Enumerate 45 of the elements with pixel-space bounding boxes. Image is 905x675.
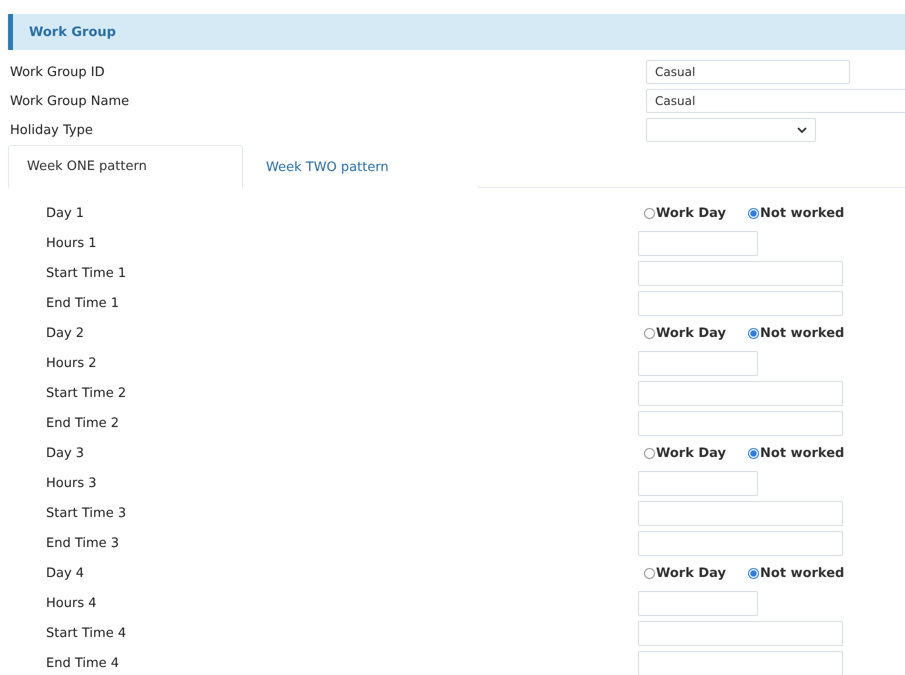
radio-option[interactable]: Not worked [748,326,844,340]
dropdown-field[interactable] [646,118,816,142]
chevron-down-icon [797,126,807,134]
radio-option[interactable]: Not worked [748,446,844,460]
field-label: End Time 4 [46,656,120,670]
text-field[interactable] [638,230,758,256]
field-label: Hours 1 [46,236,98,250]
field-label: Hours 2 [46,356,98,370]
text-field[interactable] [638,650,843,675]
field-label: Work Group ID [10,64,106,80]
field-label: End Time 2 [46,416,120,430]
text-field[interactable] [638,350,758,376]
text-field[interactable]: Casual [646,89,905,113]
text-field[interactable] [638,500,843,526]
field-label: Work Group Name [10,94,130,108]
text-field[interactable]: Casual [646,60,850,84]
text-field[interactable] [638,380,843,406]
text-field[interactable] [638,410,843,436]
radio-option[interactable]: Work Day [644,326,726,340]
field-label: End Time 1 [46,296,120,310]
day-label: Day 2 [46,326,86,340]
radio-option[interactable]: Not worked [748,206,844,220]
text-field[interactable] [638,620,843,646]
radio-option[interactable]: Work Day [644,566,726,580]
text-field[interactable] [638,530,843,556]
field-label: Start Time 2 [46,386,128,400]
radio-option[interactable]: Not worked [748,566,844,580]
text-field[interactable] [638,590,758,616]
field-label: End Time 3 [46,536,120,550]
day-label: Day 3 [46,446,86,460]
field-label: Start Time 4 [46,626,128,640]
text-field[interactable] [638,260,843,286]
radio-option[interactable]: Work Day [644,206,726,220]
field-label: Start Time 1 [46,266,128,280]
section-title: Work Group [29,24,116,40]
tab[interactable]: Week ONE pattern [8,145,243,188]
field-label: Hours 4 [46,596,98,610]
text-field[interactable] [638,290,843,316]
day-label: Day 1 [46,206,86,220]
field-label: Holiday Type [10,122,94,138]
radio-option[interactable]: Work Day [644,446,726,460]
field-label: Start Time 3 [46,506,128,520]
text-field[interactable] [638,470,758,496]
field-label: Hours 3 [46,476,98,490]
day-label: Day 4 [46,566,86,580]
